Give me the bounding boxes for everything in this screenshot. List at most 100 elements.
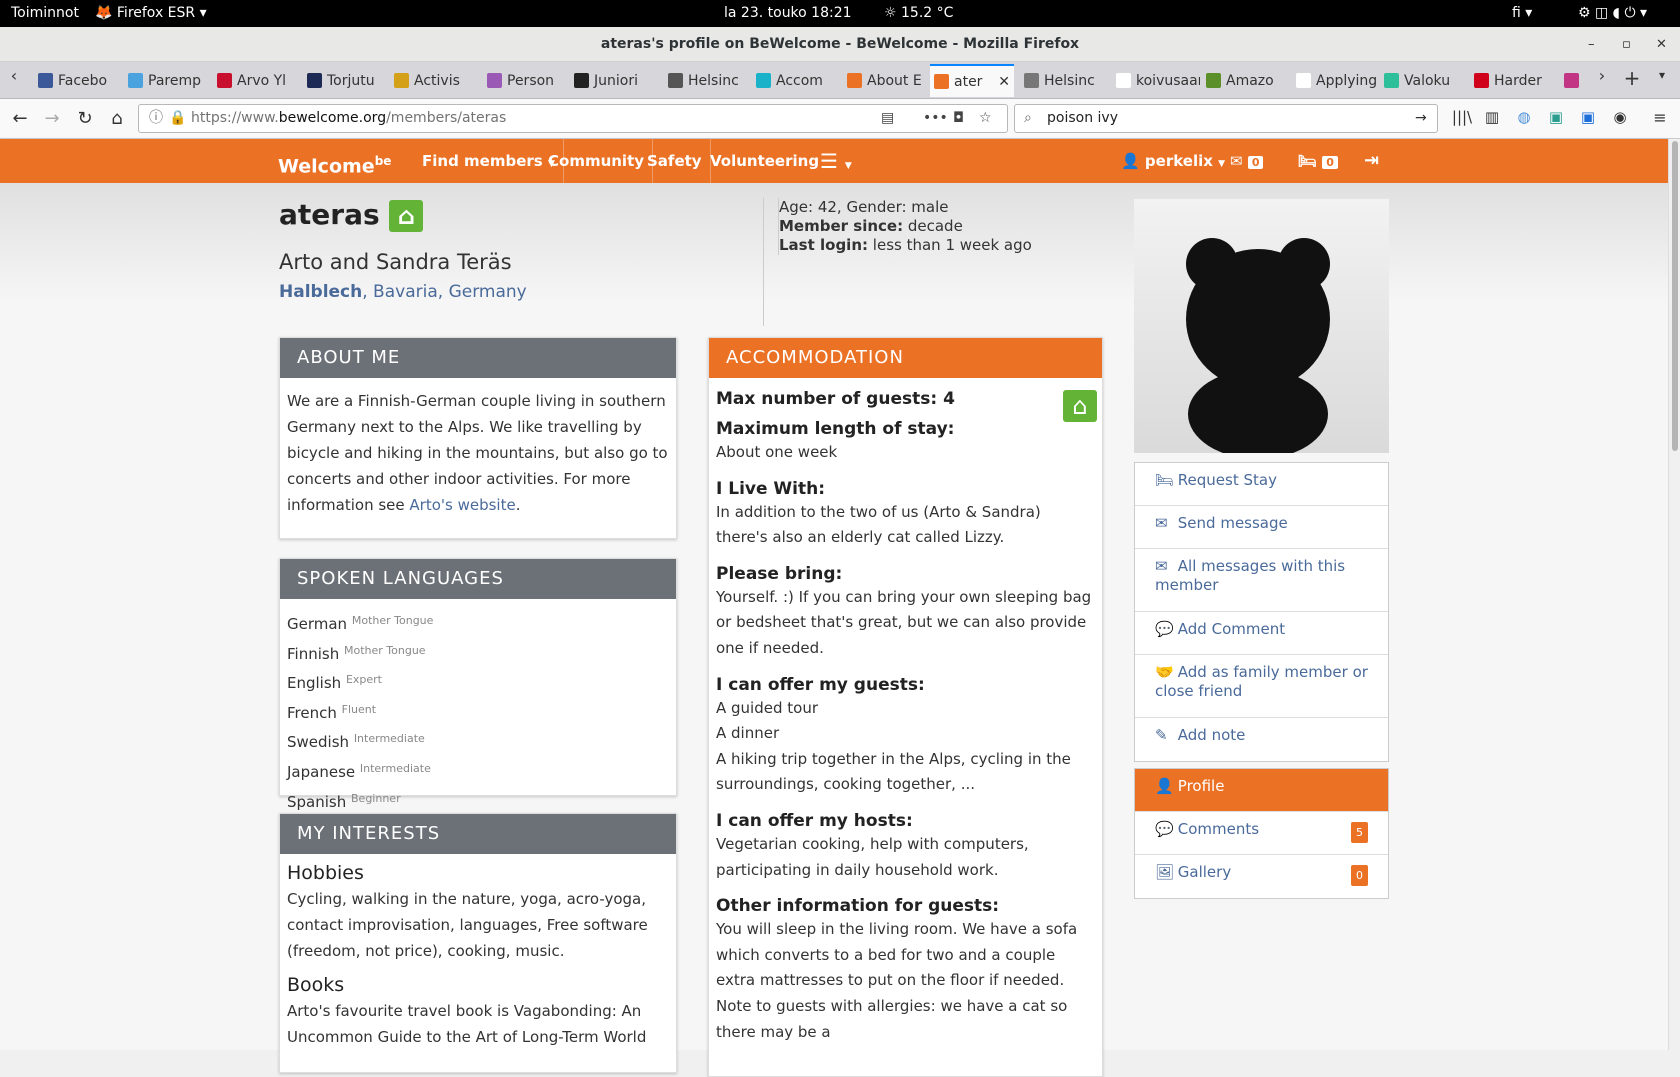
tab-bar: ‹ Facebo Paremp Arvo Yl Torjutu Activis Perso… <box>0 62 1680 99</box>
minimize-button[interactable]: – <box>1588 27 1595 62</box>
add-family-button[interactable]: 🤝 Add as family member or close friend <box>1135 655 1388 718</box>
pocket-icon[interactable]: ◘ <box>953 105 964 132</box>
location-country-link[interactable]: Germany <box>449 282 527 302</box>
menu-gallery[interactable]: 🖼 Gallery 0 <box>1135 855 1388 898</box>
comments-icon: 💬 <box>1155 820 1174 838</box>
window-titlebar: ateras's profile on BeWelcome - BeWelcom… <box>0 27 1680 62</box>
tab-6[interactable]: Juniori <box>570 66 658 95</box>
url-bar[interactable]: ⓘ 🔒 https://www.bewelcome.org/members/at… <box>138 104 1008 133</box>
user-icon: 👤 <box>1121 152 1140 170</box>
extension-icon-3[interactable]: ▣ <box>1576 108 1600 126</box>
tab-17[interactable] <box>1560 66 1580 95</box>
home-icon[interactable]: ⌂ <box>105 108 129 129</box>
extension-icon-1[interactable]: ◍ <box>1512 108 1536 126</box>
sidebar-icon[interactable]: ▥ <box>1480 108 1504 126</box>
location-city-link[interactable]: Halblech <box>279 282 362 302</box>
reload-icon[interactable]: ↻ <box>73 108 97 129</box>
tab-7[interactable]: Helsinc <box>664 66 748 95</box>
page-scrollbar[interactable] <box>1668 139 1680 1050</box>
nav-community[interactable]: Community <box>540 139 654 183</box>
url-domain: bewelcome.org <box>278 110 387 126</box>
library-icon[interactable]: |||\ <box>1450 108 1474 126</box>
system-tray-icons[interactable]: ⚙ ◫ ◖ ⏻ ▾ <box>1578 5 1647 21</box>
input-language[interactable]: fi ▾ <box>1512 5 1532 21</box>
requests-button[interactable]: 🛏 0 <box>1290 139 1346 183</box>
request-stay-button[interactable]: 🛏 Request Stay <box>1135 463 1388 506</box>
close-window-button[interactable]: ✕ <box>1656 27 1667 62</box>
user-menu[interactable]: 👤 perkelix ▼ <box>1113 139 1233 183</box>
nav-more-menu-icon[interactable]: ☰ ▼ <box>812 139 860 183</box>
add-comment-button[interactable]: 💬 Add Comment <box>1135 612 1388 655</box>
tab-0[interactable]: Facebo <box>34 66 120 95</box>
tab-scroll-left-icon[interactable]: ‹ <box>2 66 26 85</box>
menu-comments[interactable]: 💬 Comments 5 <box>1135 812 1388 855</box>
last-login: Last login: less than 1 week ago <box>779 236 1032 255</box>
tab-label: Valoku <box>1404 72 1451 89</box>
site-logo[interactable]: Welcomebe ◍ <box>278 145 400 215</box>
nav-safety[interactable]: Safety <box>639 139 711 183</box>
tab-11[interactable]: Helsinc <box>1020 66 1108 95</box>
please-bring-heading: Please bring: <box>716 563 843 584</box>
tab-9[interactable]: About E <box>843 66 927 95</box>
maximize-button[interactable]: ▫ <box>1622 27 1631 62</box>
extension-icon-4[interactable]: ◉ <box>1608 108 1632 126</box>
tab-12[interactable]: koivusaari <box>1112 66 1200 95</box>
nav-volunteering[interactable]: Volunteering <box>702 139 827 183</box>
language-level: Mother Tongue <box>351 614 434 627</box>
tab-16[interactable]: Harder <box>1470 66 1554 95</box>
tab-scroll-right-icon[interactable]: › <box>1590 66 1614 85</box>
tab-favicon-icon <box>217 73 232 88</box>
interests-body: Hobbies Cycling, walking in the nature, … <box>280 854 676 1060</box>
hamburger-menu-icon[interactable]: ≡ <box>1648 108 1672 127</box>
tab-label: Arvo Yl <box>237 72 287 89</box>
language-item: English Expert <box>287 667 669 697</box>
accommodation-house-icon: ⌂ <box>1063 390 1097 422</box>
tab-2[interactable]: Arvo Yl <box>213 66 299 95</box>
weather[interactable]: ☼ 15.2 °C <box>884 5 953 21</box>
all-messages-button[interactable]: ✉ All messages with this member <box>1135 549 1388 612</box>
tab-1[interactable]: Paremp <box>124 66 208 95</box>
scrollbar-thumb[interactable] <box>1672 141 1678 451</box>
logout-icon[interactable]: ⇥ <box>1356 139 1387 183</box>
search-bar[interactable]: ⌕ poison ivy → <box>1014 104 1438 133</box>
close-tab-icon[interactable]: ✕ <box>998 74 1010 90</box>
accommodation-heading: ACCOMMODATION <box>709 338 1102 378</box>
tab-4[interactable]: Activis <box>390 66 478 95</box>
search-go-icon[interactable]: → <box>1415 105 1427 132</box>
avatar[interactable] <box>1134 199 1389 453</box>
search-icon: ⌕ <box>1024 110 1032 126</box>
navigation-toolbar: ← → ↻ ⌂ ⓘ 🔒 https://www.bewelcome.org/me… <box>0 99 1680 139</box>
location-region-link[interactable]: Bavaria <box>373 282 438 302</box>
language-name: English <box>287 674 342 693</box>
reader-view-icon[interactable]: ▤ <box>881 105 894 132</box>
books-heading: Books <box>287 974 345 996</box>
tab-favicon-icon <box>1116 73 1131 88</box>
new-tab-icon[interactable]: + <box>1620 66 1644 90</box>
envelope-icon: ✉ <box>1155 514 1168 532</box>
add-note-button[interactable]: ✎ Add note <box>1135 718 1388 761</box>
about-website-link[interactable]: Arto's website <box>409 496 515 514</box>
profile-actions: 🛏 Request Stay ✉ Send message ✉ All mess… <box>1134 462 1389 762</box>
tab-10[interactable]: ater ✕ <box>930 64 1014 97</box>
offer-hosts-heading: I can offer my hosts: <box>716 810 913 831</box>
forward-icon[interactable]: → <box>40 108 64 129</box>
site-info-icon[interactable]: ⓘ <box>149 105 163 132</box>
tab-8[interactable]: Accom <box>752 66 838 95</box>
tab-5[interactable]: Person <box>483 66 565 95</box>
extension-icon-2[interactable]: ▣ <box>1544 108 1568 126</box>
language-level: Intermediate <box>353 732 425 746</box>
clock[interactable]: la 23. touko 18:21 <box>724 5 852 21</box>
send-message-button[interactable]: ✉ Send message <box>1135 506 1388 549</box>
menu-profile[interactable]: 👤 Profile <box>1135 769 1388 812</box>
tab-14[interactable]: Applying A <box>1292 66 1376 95</box>
tab-list-icon[interactable]: ▾ <box>1650 68 1674 82</box>
back-icon[interactable]: ← <box>8 108 32 129</box>
tab-13[interactable]: Amazo <box>1202 66 1286 95</box>
app-menu[interactable]: 🦊 Firefox ESR ▾ <box>95 5 207 21</box>
tab-15[interactable]: Valoku <box>1380 66 1466 95</box>
tab-3[interactable]: Torjutu <box>303 66 385 95</box>
bookmark-star-icon[interactable]: ☆ <box>979 105 992 132</box>
messages-button[interactable]: ✉ 0 <box>1222 139 1271 183</box>
activities-button[interactable]: Toiminnot <box>11 5 79 21</box>
page-actions-icon[interactable]: ••• <box>923 105 948 132</box>
